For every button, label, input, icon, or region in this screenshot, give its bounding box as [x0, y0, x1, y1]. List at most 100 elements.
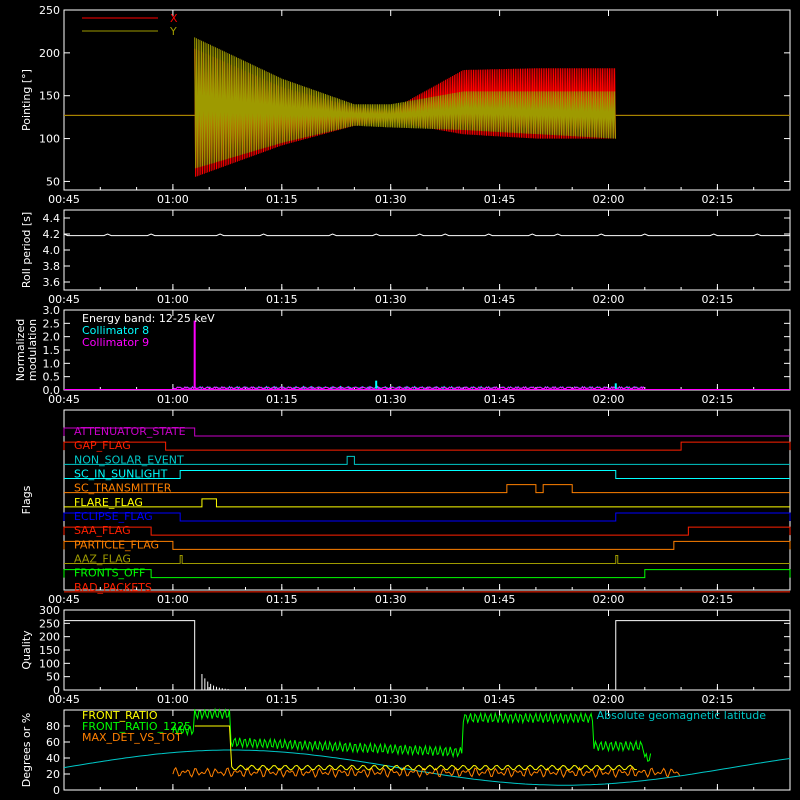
flag-label: FRONTS_OFF — [74, 567, 145, 580]
flag-label: BAD_PACKETS — [74, 581, 152, 594]
x-tick-label: 01:45 — [484, 393, 516, 406]
panel-2-frame — [63, 209, 791, 291]
y-tick-label: 100 — [39, 657, 60, 670]
y-tick-label: 60 — [46, 736, 60, 749]
x-tick-label: 02:00 — [593, 393, 625, 406]
flag-line-sc-in-sunlight — [64, 470, 790, 479]
x-tick-label: 00:45 — [48, 193, 80, 206]
flag-line-gap-flag — [63, 441, 791, 451]
x-tick-label: 00:45 — [48, 693, 80, 706]
y-tick-label: 150 — [39, 644, 60, 657]
flag-line-aaz-flag — [64, 555, 790, 564]
flag-label: SC_IN_SUNLIGHT — [74, 468, 168, 481]
y-axis-label: Degrees or % — [20, 713, 33, 787]
flag-line-fronts-off — [63, 569, 791, 579]
flag-line-saa-flag — [63, 526, 791, 536]
flag-line-sc-transmitter — [64, 484, 790, 494]
x-tick-label: 01:45 — [484, 193, 516, 206]
summary-chart: 50100150200250Pointing [°]00:45 01:00 01:1… — [14, 4, 791, 797]
y-tick-label: 0.5 — [43, 371, 61, 384]
y-tick-label: 200 — [39, 47, 60, 60]
panel-5-frame — [63, 609, 791, 691]
flag-label: PARTICLE_FLAG — [74, 538, 159, 551]
x-tick-label: 01:00 — [157, 393, 189, 406]
y-tick-label: 20 — [46, 768, 60, 781]
y-tick-label: 100 — [39, 133, 60, 146]
legend-label-y: Y — [169, 25, 177, 38]
y-tick-label: 1.5 — [43, 344, 61, 357]
legend-label: MAX_DET_VS_TOT — [82, 731, 182, 744]
y-tick-label: 4.4 — [43, 212, 61, 225]
y-tick-label: 4.2 — [43, 228, 61, 241]
x-tick-label: 01:45 — [484, 293, 516, 306]
flag-label: ATTENUATOR_STATE — [74, 425, 186, 438]
x-tick-label: 02:15 — [702, 693, 734, 706]
x-tick-label: 01:30 — [375, 193, 407, 206]
y-tick-label: 1.0 — [43, 357, 61, 370]
flag-line-eclipse-flag — [63, 512, 791, 522]
x-tick-label: 02:00 — [593, 693, 625, 706]
x-tick-label: 02:00 — [593, 193, 625, 206]
quality-line — [64, 620, 790, 691]
x-tick-label: 02:00 — [593, 593, 625, 606]
legend-label: Absolute geomagnetic latitude — [597, 709, 767, 722]
x-tick-label: 01:00 — [157, 293, 189, 306]
flag-label: SC_TRANSMITTER — [74, 482, 172, 495]
y-tick-label: 2.0 — [43, 331, 61, 344]
x-tick-label: 02:15 — [702, 593, 734, 606]
x-tick-label: 02:15 — [702, 193, 734, 206]
y-tick-label: 80 — [46, 720, 60, 733]
y-tick-label: 0 — [53, 784, 60, 797]
collimator-9-line — [172, 386, 645, 390]
x-tick-label: 01:15 — [266, 293, 298, 306]
y-tick-label: 50 — [46, 175, 60, 188]
y-tick-label: 300 — [39, 604, 60, 617]
y-axis-label: Flags — [20, 485, 33, 514]
y-axis-label: Roll period [s] — [20, 212, 33, 288]
y-tick-label: 250 — [39, 617, 60, 630]
y-tick-label: 2.5 — [43, 317, 61, 330]
legend-label-x: X — [170, 12, 178, 25]
y-tick-label: 3.8 — [43, 260, 61, 273]
y-tick-label: 3.0 — [43, 304, 61, 317]
roll-period-line — [63, 233, 790, 237]
x-tick-label: 01:30 — [375, 593, 407, 606]
y-tick-label: 200 — [39, 631, 60, 644]
y-tick-label: 150 — [39, 90, 60, 103]
x-tick-label: 01:15 — [266, 693, 298, 706]
x-tick-label: 00:45 — [48, 393, 80, 406]
flag-label: AAZ_FLAG — [74, 553, 131, 566]
x-tick-label: 01:30 — [375, 693, 407, 706]
legend-label: Collimator 9 — [82, 336, 149, 349]
y-tick-label: 3.6 — [43, 276, 61, 289]
y-tick-label: 40 — [46, 752, 60, 765]
flag-label: SAA_FLAG — [74, 524, 131, 537]
x-tick-label: 01:00 — [157, 593, 189, 606]
x-tick-label: 01:30 — [375, 393, 407, 406]
x-tick-label: 01:15 — [266, 193, 298, 206]
series-y-envelope — [64, 37, 790, 169]
flag-line-particle-flag — [63, 540, 791, 550]
x-tick-label: 02:15 — [702, 393, 734, 406]
flag-label: ECLIPSE_FLAG — [74, 510, 153, 523]
flag-line-flare-flag — [64, 498, 790, 508]
y-axis-label: modulation — [26, 319, 39, 381]
y-tick-label: 50 — [46, 671, 60, 684]
flag-label: GAP_FLAG — [74, 439, 131, 452]
x-tick-label: 01:45 — [484, 693, 516, 706]
x-tick-label: 01:45 — [484, 593, 516, 606]
y-tick-label: 250 — [39, 4, 60, 17]
series-y-line — [194, 37, 616, 169]
x-tick-label: 02:00 — [593, 293, 625, 306]
x-tick-label: 01:15 — [266, 593, 298, 606]
x-tick-label: 01:15 — [266, 393, 298, 406]
x-tick-label: 01:30 — [375, 293, 407, 306]
flag-label: NON_SOLAR_EVENT — [74, 453, 184, 466]
x-tick-label: 01:00 — [157, 693, 189, 706]
flag-label: FLARE_FLAG — [74, 496, 143, 509]
y-tick-label: 4.0 — [43, 244, 61, 257]
x-tick-label: 01:00 — [157, 193, 189, 206]
y-axis-label: Pointing [°] — [20, 69, 33, 131]
x-tick-label: 02:15 — [702, 293, 734, 306]
front-ratio-1225-line — [172, 707, 652, 762]
